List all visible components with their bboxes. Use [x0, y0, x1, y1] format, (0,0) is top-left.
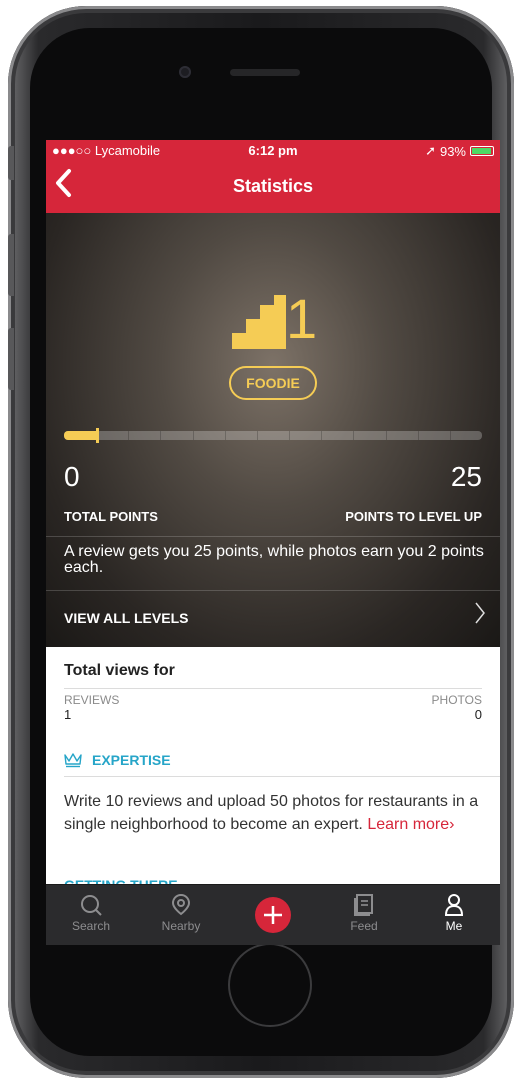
- battery-percent: 93%: [439, 143, 466, 159]
- front-camera: [179, 66, 191, 78]
- view-all-levels-link[interactable]: VIEW ALL LEVELS: [64, 610, 188, 626]
- mute-switch: [8, 146, 14, 180]
- screen: ●●●○○ Lycamobile 6:12 pm ➚ 93% Statistic…: [46, 140, 500, 945]
- chevron-right-icon[interactable]: [474, 601, 486, 632]
- points-description: A review gets you 25 points, while photo…: [64, 543, 484, 576]
- volume-up-button: [8, 234, 14, 296]
- tab-label: Search: [71, 919, 111, 933]
- tab-label: Nearby: [161, 919, 201, 933]
- feed-icon: [354, 894, 373, 916]
- status-bar: ●●●○○ Lycamobile 6:12 pm ➚ 93%: [46, 140, 500, 160]
- plus-icon: [264, 906, 282, 924]
- level-badge[interactable]: FOODIE: [229, 366, 317, 400]
- progress-tick: [449, 431, 451, 440]
- photos-label: PHOTOS: [431, 693, 482, 707]
- progress-tick: [321, 431, 323, 440]
- learn-more-label: Learn more: [367, 816, 450, 833]
- progress-tick: [128, 431, 130, 440]
- expertise-title: EXPERTISE: [92, 752, 171, 768]
- total-views-title: Total views for: [64, 662, 175, 679]
- divider: [46, 536, 500, 537]
- person-icon: [444, 894, 464, 916]
- reviews-label: REVIEWS: [64, 693, 120, 707]
- location-pin-icon: [171, 894, 191, 916]
- tab-label: Me: [445, 919, 463, 933]
- progress-tick: [192, 431, 194, 440]
- progress-tick: [160, 431, 162, 440]
- add-button[interactable]: [255, 897, 291, 933]
- expertise-description: Write 10 reviews and upload 50 photos fo…: [64, 790, 484, 836]
- reviews-value: 1: [64, 707, 72, 722]
- level-panel: 1 FOODIE 0 25 TOTAL POINTS POINTS TO LEV…: [46, 213, 500, 647]
- battery-icon: [470, 146, 494, 156]
- total-points-value: 0: [64, 461, 80, 492]
- total-points-label: TOTAL POINTS: [64, 509, 158, 524]
- location-arrow-icon: ➚: [425, 143, 436, 158]
- tab-search[interactable]: Search: [51, 885, 131, 945]
- earpiece-speaker: [230, 69, 300, 76]
- tab-nearby[interactable]: Nearby: [141, 885, 221, 945]
- level-progress-bar: [64, 428, 482, 443]
- learn-more-link[interactable]: Learn more›: [367, 816, 454, 833]
- points-to-level-up-value: 25: [450, 461, 482, 492]
- tab-me[interactable]: Me: [414, 885, 494, 945]
- points-to-level-up-label: POINTS TO LEVEL UP: [345, 509, 482, 524]
- photos-value: 0: [474, 707, 482, 722]
- volume-down-button: [8, 328, 14, 390]
- nav-bar: Statistics: [46, 160, 500, 213]
- progress-tick: [417, 431, 419, 440]
- divider: [64, 776, 500, 777]
- progress-tick: [289, 431, 291, 440]
- search-icon: [81, 895, 102, 916]
- progress-tick: [385, 431, 387, 440]
- divider: [64, 688, 482, 689]
- battery-area: ➚ 93%: [425, 143, 494, 159]
- progress-tick: [353, 431, 355, 440]
- tab-label: Feed: [350, 919, 378, 933]
- level-number: 1: [286, 287, 318, 350]
- progress-tick: [256, 431, 258, 440]
- progress-knob: [96, 428, 100, 443]
- progress-fill: [64, 431, 98, 440]
- progress-tick: [224, 431, 226, 440]
- page-title: Statistics: [232, 176, 314, 196]
- tab-feed[interactable]: Feed: [324, 885, 404, 945]
- crown-icon: [64, 753, 82, 768]
- tab-bar: Search Nearby Feed Me: [46, 884, 500, 945]
- divider: [46, 590, 500, 591]
- level-stairs-icon: [232, 295, 286, 349]
- home-button[interactable]: [228, 943, 312, 1027]
